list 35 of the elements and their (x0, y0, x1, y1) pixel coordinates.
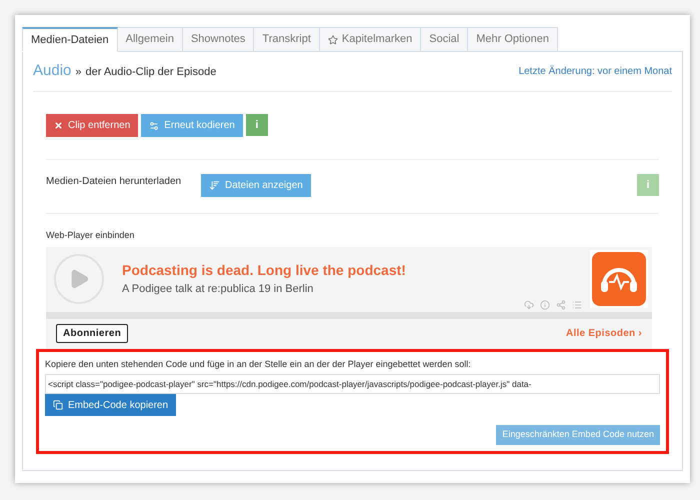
tab[interactable]: Medien-Dateien (22, 27, 118, 52)
close-icon (54, 121, 63, 130)
re-encode-button[interactable]: Erneut kodieren (141, 114, 243, 137)
download-icon[interactable] (524, 300, 534, 310)
episode-subtitle: A Podigee talk at re:publica 19 in Berlin (122, 282, 314, 298)
copy-icon (53, 400, 63, 410)
tab[interactable]: Kapitelmarken (318, 27, 422, 52)
web-player-label: Web-Player einbinden (46, 229, 134, 242)
sort-icon (209, 180, 220, 191)
tab[interactable]: Allgemein (116, 27, 183, 52)
all-episodes-link[interactable]: Alle Episoden › (566, 326, 642, 341)
tab[interactable]: Social (420, 27, 468, 52)
tab[interactable]: Shownotes (182, 27, 254, 52)
copy-embed-code-button[interactable]: Embed-Code kopieren (45, 394, 176, 416)
remove-clip-button[interactable]: Clip entfernen (46, 114, 138, 137)
episode-title: Podcasting is dead. Long live the podcast! (122, 261, 406, 280)
embed-code-field[interactable]: <script class="podigee-podcast-player" src="https://cdn.podigee.com/podcast-player/javascripts/podigee-podcast-player.js" data- (45, 374, 660, 394)
info-button[interactable]: i (246, 114, 268, 136)
audio-link[interactable]: Audio (33, 60, 72, 83)
info-icon[interactable] (540, 300, 550, 310)
restricted-embed-button[interactable]: Eingeschränkten Embed Code nutzen (496, 425, 660, 445)
breadcrumb-separator: » (75, 65, 82, 80)
embed-instruction: Kopiere den unten stehenden Code und füge in an der Stelle ein an der der Player eingebettet werden soll: (45, 358, 472, 371)
share-icon[interactable] (556, 300, 566, 310)
download-label: Medien-Dateien herunterladen (46, 175, 182, 189)
play-button[interactable] (54, 254, 104, 304)
last-change: Letzte Änderung: vor einem Monat (518, 64, 672, 79)
list-icon[interactable] (572, 300, 582, 310)
podcast-logo-icon (592, 252, 646, 306)
page-title: der Audio-Clip der Episode (86, 65, 216, 80)
show-files-button[interactable]: Dateien anzeigen (201, 174, 311, 197)
tab[interactable]: Mehr Optionen (467, 27, 558, 52)
star-icon (328, 34, 338, 44)
subscribe-button[interactable]: Abonnieren (56, 324, 128, 343)
tab[interactable]: Transkript (253, 27, 320, 52)
